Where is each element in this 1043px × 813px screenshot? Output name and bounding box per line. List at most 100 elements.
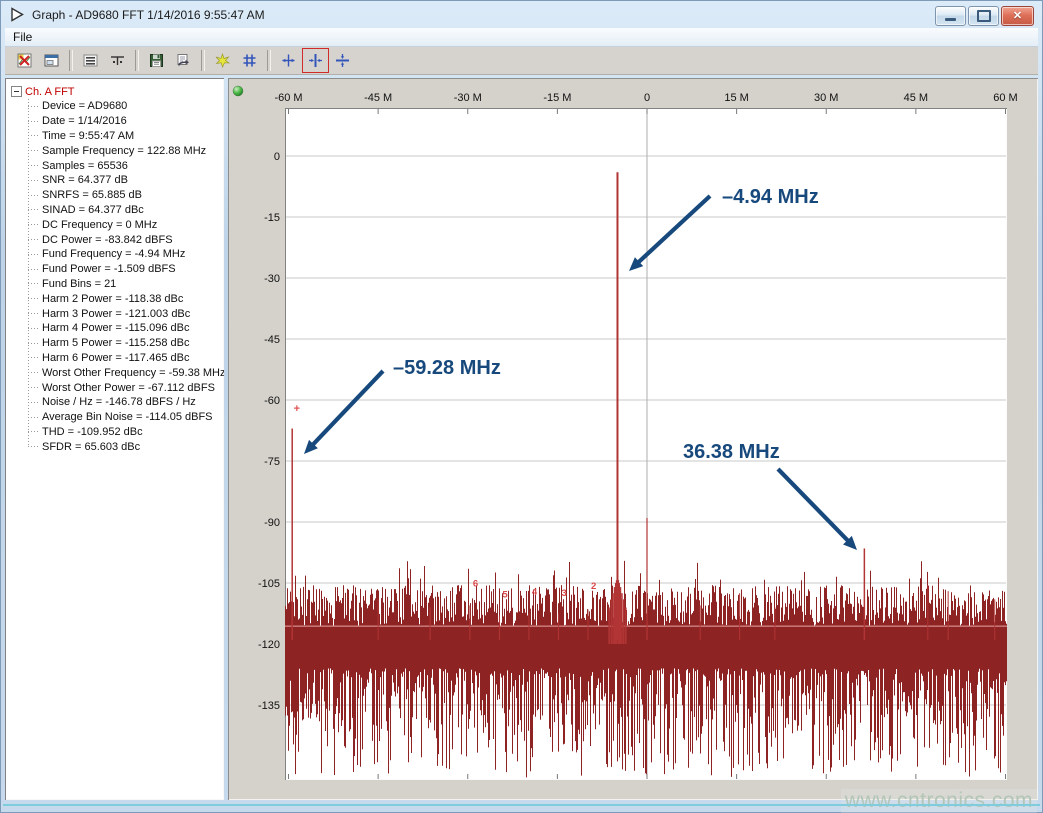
save-button[interactable] [143, 48, 170, 73]
tree-item[interactable]: Harm 3 Power = -121.003 dBc [28, 306, 222, 321]
y-tick-label: -30 [264, 273, 280, 285]
fft-spectrum-chart[interactable]: -60 M-45 M-30 M-15 M015 M30 M45 M60 M0-1… [228, 78, 1038, 800]
tree-item-label: Worst Other Power = -67.112 dBFS [42, 382, 215, 394]
y-tick-label: -15 [264, 212, 280, 224]
display-properties-button[interactable] [38, 48, 65, 73]
tree-item[interactable]: Time = 9:55:47 AM [28, 129, 222, 144]
tree-item-label: Time = 9:55:47 AM [42, 130, 134, 142]
autoscale-button[interactable] [209, 48, 236, 73]
tree-item[interactable]: DC Frequency = 0 MHz [28, 217, 222, 232]
tree-collapse-icon[interactable] [11, 86, 22, 97]
x-tick-label: -45 M [364, 92, 392, 104]
tree-connector [28, 135, 39, 136]
tree-item-label: Worst Other Frequency = -59.38 MHz [42, 367, 224, 379]
tree-connector [28, 180, 39, 181]
x-tick-label: -15 M [543, 92, 571, 104]
tree-item[interactable]: Harm 5 Power = -115.258 dBc [28, 336, 222, 351]
y-tick-label: -75 [264, 456, 280, 468]
x-tick-label: 15 M [724, 92, 748, 104]
copy-data-button[interactable] [170, 48, 197, 73]
tree-item[interactable]: Fund Power = -1.509 dBFS [28, 262, 222, 277]
tree-item[interactable]: Harm 6 Power = -117.465 dBc [28, 351, 222, 366]
tree-root-label[interactable]: Ch. A FFT [25, 86, 75, 98]
caption-buttons: ✕ [935, 6, 1034, 26]
grid-button[interactable] [236, 48, 263, 73]
zoom-y-button[interactable] [329, 48, 356, 73]
tree-item-label: SNRFS = 65.885 dB [42, 189, 142, 201]
tree-item-label: Sample Frequency = 122.88 MHz [42, 145, 206, 157]
tree-connector [28, 106, 39, 107]
tree-item[interactable]: Fund Bins = 21 [28, 277, 222, 292]
watermark: www.cntronics.com [841, 789, 1037, 813]
menubar: File [5, 28, 1038, 47]
tree-item-label: Noise / Hz = -146.78 dBFS / Hz [42, 396, 196, 408]
tree-item-label: SINAD = 64.377 dBc [42, 204, 144, 216]
tree-connector [28, 298, 39, 299]
y-tick-label: -120 [258, 639, 280, 651]
tree-connector [28, 417, 39, 418]
zoom-x-button[interactable] [302, 48, 329, 73]
y-tick-label: -45 [264, 334, 280, 346]
tree-item-label: DC Power = -83.842 dBFS [42, 234, 173, 246]
toolbar [5, 47, 1038, 75]
tree-item[interactable]: Worst Other Frequency = -59.38 MHz [28, 365, 222, 380]
tree-item-label: Harm 2 Power = -118.38 dBc [42, 293, 183, 305]
close-button[interactable]: ✕ [1001, 6, 1034, 26]
harmonic-label: 2 [591, 581, 596, 592]
annotation-label: 36.38 MHz [683, 441, 780, 463]
center-cursor-button[interactable] [275, 48, 302, 73]
graph-export-button[interactable] [11, 48, 38, 73]
harmonic-label: 6 [473, 578, 478, 589]
tree-connector [28, 195, 39, 196]
autoscale-icon [214, 52, 231, 69]
tree-item[interactable]: SNRFS = 65.885 dB [28, 188, 222, 203]
tree-item[interactable]: Harm 4 Power = -115.096 dBc [28, 321, 222, 336]
tree-connector [28, 372, 39, 373]
app-window: { "window": { "title": "Graph - AD9680 F… [0, 0, 1043, 813]
tree-item[interactable]: THD = -109.952 dBc [28, 425, 222, 440]
tree-item[interactable]: Harm 2 Power = -118.38 dBc [28, 291, 222, 306]
tree-connector [28, 165, 39, 166]
cursor-labels-button[interactable] [104, 48, 131, 73]
menu-item-file[interactable]: File [5, 29, 40, 45]
tree-item[interactable]: Samples = 65536 [28, 158, 222, 173]
tree-item[interactable]: DC Power = -83.842 dBFS [28, 232, 222, 247]
minimize-button[interactable] [935, 6, 966, 26]
tree-item[interactable]: Device = AD9680 [28, 99, 222, 114]
toolbar-separator [267, 50, 271, 71]
tree-item[interactable]: Average Bin Noise = -114.05 dBFS [28, 410, 222, 425]
x-tick-label: 60 M [993, 92, 1017, 104]
center-cursor-icon [280, 52, 297, 69]
tree-item-label: Samples = 65536 [42, 160, 128, 172]
save-icon [148, 52, 165, 69]
status-led-icon [233, 86, 243, 96]
y-tick-label: -105 [258, 578, 280, 590]
tree-connector [28, 269, 39, 270]
tree-connector [28, 446, 39, 447]
tree-item[interactable]: Worst Other Power = -67.112 dBFS [28, 380, 222, 395]
toolbar-separator [201, 50, 205, 71]
fft-stats-tree-panel: Ch. A FFT Device = AD9680Date = 1/14/201… [5, 78, 224, 800]
tree-item[interactable]: Fund Frequency = -4.94 MHz [28, 247, 222, 262]
tree-connector [28, 431, 39, 432]
y-tick-label: 0 [274, 151, 280, 163]
tree-connector [28, 387, 39, 388]
tree-connector [28, 283, 39, 284]
tree-item-label: Harm 5 Power = -115.258 dBc [42, 337, 189, 349]
tree-item[interactable]: SINAD = 64.377 dBc [28, 203, 222, 218]
grid-icon [241, 52, 258, 69]
legend-button[interactable] [77, 48, 104, 73]
toolbar-separator [69, 50, 73, 71]
tree-item[interactable]: Noise / Hz = -146.78 dBFS / Hz [28, 395, 222, 410]
tree-item[interactable]: SNR = 64.377 dB [28, 173, 222, 188]
tree-item-label: DC Frequency = 0 MHz [42, 219, 157, 231]
chart-panel: -60 M-45 M-30 M-15 M015 M30 M45 M60 M0-1… [228, 78, 1038, 800]
tree-item[interactable]: Date = 1/14/2016 [28, 114, 222, 129]
tree-item[interactable]: SFDR = 65.603 dBc [28, 439, 222, 454]
tree-item[interactable]: Sample Frequency = 122.88 MHz [28, 143, 222, 158]
graph-export-icon [16, 52, 33, 69]
maximize-button[interactable] [968, 6, 999, 26]
tree-item-label: Harm 3 Power = -121.003 dBc [42, 308, 190, 320]
tree-connector [28, 357, 39, 358]
x-tick-label: 30 M [814, 92, 838, 104]
